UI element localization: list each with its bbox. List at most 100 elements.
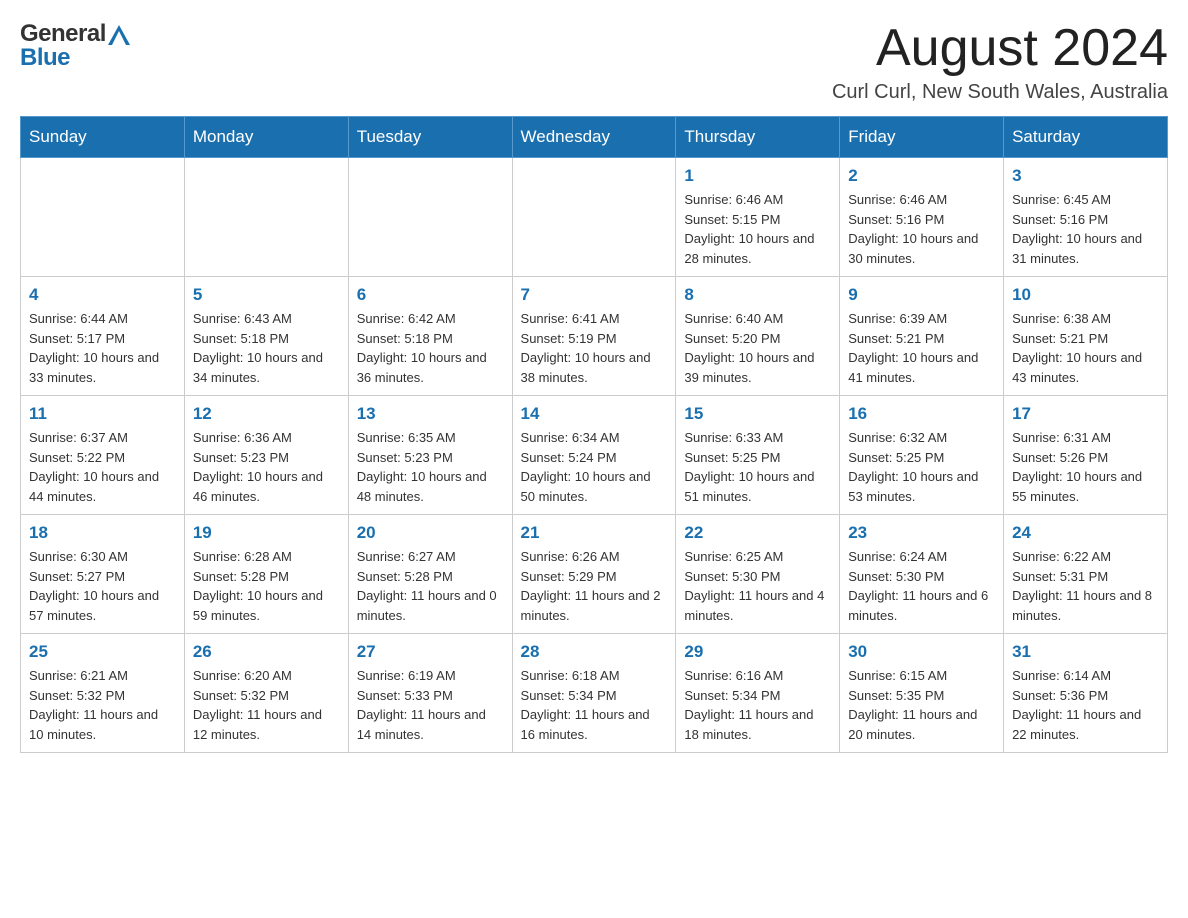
- day-number: 31: [1012, 642, 1159, 662]
- day-info: Sunrise: 6:42 AMSunset: 5:18 PMDaylight:…: [357, 309, 504, 387]
- calendar-cell: 30 Sunrise: 6:15 AMSunset: 5:35 PMDayligh…: [840, 634, 1004, 753]
- day-info: Sunrise: 6:45 AMSunset: 5:16 PMDaylight:…: [1012, 190, 1159, 268]
- day-info: Sunrise: 6:37 AMSunset: 5:22 PMDaylight:…: [29, 428, 176, 506]
- day-info: Sunrise: 6:14 AMSunset: 5:36 PMDaylight:…: [1012, 666, 1159, 744]
- calendar-cell: 17Sunrise: 6:31 AMSunset: 5:26 PMDayligh…: [1004, 396, 1168, 515]
- day-number: 17: [1012, 404, 1159, 424]
- day-info: Sunrise: 6:38 AMSunset: 5:21 PMDaylight:…: [1012, 309, 1159, 387]
- calendar-cell: 3 Sunrise: 6:45 AMSunset: 5:16 PMDaylight…: [1004, 158, 1168, 277]
- day-info: Sunrise: 6:18 AMSunset: 5:34 PMDaylight:…: [521, 666, 668, 744]
- day-info: Sunrise: 6:21 AMSunset: 5:32 PMDaylight:…: [29, 666, 176, 744]
- day-number: 26: [193, 642, 340, 662]
- day-number: 30: [848, 642, 995, 662]
- calendar-title: August 2024: [832, 20, 1168, 77]
- page-header: General Blue August 2024 Curl Curl, New …: [20, 20, 1168, 104]
- calendar-week-row: 4 Sunrise: 6:44 AMSunset: 5:17 PMDaylight…: [21, 277, 1168, 396]
- day-number: 1: [684, 166, 831, 186]
- day-number: 19: [193, 523, 340, 543]
- calendar-table: SundayMondayTuesdayWednesdayThursdayFrid…: [20, 116, 1168, 753]
- calendar-week-row: 18 Sunrise: 6:30 AMSunset: 5:27 PMDayligh…: [21, 515, 1168, 634]
- calendar-day-header: Friday: [840, 117, 1004, 158]
- calendar-cell: 4 Sunrise: 6:44 AMSunset: 5:17 PMDaylight…: [21, 277, 185, 396]
- day-info: Sunrise: 6:44 AMSunset: 5:17 PMDaylight:…: [29, 309, 176, 387]
- calendar-day-header: Saturday: [1004, 117, 1168, 158]
- day-info: Sunrise: 6:20 AMSunset: 5:32 PMDaylight:…: [193, 666, 340, 744]
- calendar-cell: 1 Sunrise: 6:46 AMSunset: 5:15 PMDaylight…: [676, 158, 840, 277]
- day-number: 20: [357, 523, 504, 543]
- calendar-header-row: SundayMondayTuesdayWednesdayThursdayFrid…: [21, 117, 1168, 158]
- calendar-cell: [21, 158, 185, 277]
- calendar-day-header: Monday: [184, 117, 348, 158]
- day-info: Sunrise: 6:27 AMSunset: 5:28 PMDaylight:…: [357, 547, 504, 625]
- calendar-day-header: Tuesday: [348, 117, 512, 158]
- calendar-cell: 16Sunrise: 6:32 AMSunset: 5:25 PMDayligh…: [840, 396, 1004, 515]
- day-info: Sunrise: 6:46 AMSunset: 5:15 PMDaylight:…: [684, 190, 831, 268]
- day-number: 24: [1012, 523, 1159, 543]
- calendar-cell: 24 Sunrise: 6:22 AMSunset: 5:31 PMDayligh…: [1004, 515, 1168, 634]
- day-number: 13: [357, 404, 504, 424]
- day-info: Sunrise: 6:35 AMSunset: 5:23 PMDaylight:…: [357, 428, 504, 506]
- calendar-cell: 6 Sunrise: 6:42 AMSunset: 5:18 PMDaylight…: [348, 277, 512, 396]
- day-info: Sunrise: 6:34 AMSunset: 5:24 PMDaylight:…: [521, 428, 668, 506]
- calendar-cell: 23 Sunrise: 6:24 AMSunset: 5:30 PMDayligh…: [840, 515, 1004, 634]
- day-info: Sunrise: 6:25 AMSunset: 5:30 PMDaylight:…: [684, 547, 831, 625]
- day-number: 4: [29, 285, 176, 305]
- calendar-cell: 13 Sunrise: 6:35 AMSunset: 5:23 PMDayligh…: [348, 396, 512, 515]
- calendar-cell: 11 Sunrise: 6:37 AMSunset: 5:22 PMDayligh…: [21, 396, 185, 515]
- day-number: 21: [521, 523, 668, 543]
- calendar-cell: 14 Sunrise: 6:34 AMSunset: 5:24 PMDayligh…: [512, 396, 676, 515]
- calendar-cell: 28 Sunrise: 6:18 AMSunset: 5:34 PMDayligh…: [512, 634, 676, 753]
- day-info: Sunrise: 6:30 AMSunset: 5:27 PMDaylight:…: [29, 547, 176, 625]
- calendar-cell: 9Sunrise: 6:39 AMSunset: 5:21 PMDaylight…: [840, 277, 1004, 396]
- day-number: 12: [193, 404, 340, 424]
- calendar-week-row: 25Sunrise: 6:21 AMSunset: 5:32 PMDayligh…: [21, 634, 1168, 753]
- calendar-day-header: Wednesday: [512, 117, 676, 158]
- calendar-cell: 27 Sunrise: 6:19 AMSunset: 5:33 PMDayligh…: [348, 634, 512, 753]
- day-number: 22: [684, 523, 831, 543]
- day-number: 18: [29, 523, 176, 543]
- calendar-cell: 10 Sunrise: 6:38 AMSunset: 5:21 PMDayligh…: [1004, 277, 1168, 396]
- day-number: 27: [357, 642, 504, 662]
- calendar-cell: 5Sunrise: 6:43 AMSunset: 5:18 PMDaylight…: [184, 277, 348, 396]
- calendar-subtitle: Curl Curl, New South Wales, Australia: [832, 81, 1168, 104]
- calendar-cell: 29Sunrise: 6:16 AMSunset: 5:34 PMDayligh…: [676, 634, 840, 753]
- calendar-cell: 2Sunrise: 6:46 AMSunset: 5:16 PMDaylight…: [840, 158, 1004, 277]
- day-info: Sunrise: 6:33 AMSunset: 5:25 PMDaylight:…: [684, 428, 831, 506]
- day-info: Sunrise: 6:15 AMSunset: 5:35 PMDaylight:…: [848, 666, 995, 744]
- day-info: Sunrise: 6:24 AMSunset: 5:30 PMDaylight:…: [848, 547, 995, 625]
- calendar-cell: 31 Sunrise: 6:14 AMSunset: 5:36 PMDayligh…: [1004, 634, 1168, 753]
- calendar-cell: 7Sunrise: 6:41 AMSunset: 5:19 PMDaylight…: [512, 277, 676, 396]
- day-info: Sunrise: 6:22 AMSunset: 5:31 PMDaylight:…: [1012, 547, 1159, 625]
- calendar-cell: 20 Sunrise: 6:27 AMSunset: 5:28 PMDayligh…: [348, 515, 512, 634]
- logo-triangle-icon: [108, 25, 130, 45]
- calendar-cell: 26 Sunrise: 6:20 AMSunset: 5:32 PMDayligh…: [184, 634, 348, 753]
- day-number: 29: [684, 642, 831, 662]
- day-number: 6: [357, 285, 504, 305]
- calendar-cell: 19Sunrise: 6:28 AMSunset: 5:28 PMDayligh…: [184, 515, 348, 634]
- day-number: 10: [1012, 285, 1159, 305]
- calendar-cell: 25Sunrise: 6:21 AMSunset: 5:32 PMDayligh…: [21, 634, 185, 753]
- day-info: Sunrise: 6:39 AMSunset: 5:21 PMDaylight:…: [848, 309, 995, 387]
- day-number: 3: [1012, 166, 1159, 186]
- calendar-cell: 8Sunrise: 6:40 AMSunset: 5:20 PMDaylight…: [676, 277, 840, 396]
- calendar-cell: 18 Sunrise: 6:30 AMSunset: 5:27 PMDayligh…: [21, 515, 185, 634]
- day-number: 15: [684, 404, 831, 424]
- calendar-cell: [348, 158, 512, 277]
- logo-blue-text: Blue: [20, 44, 70, 72]
- calendar-week-row: 11 Sunrise: 6:37 AMSunset: 5:22 PMDayligh…: [21, 396, 1168, 515]
- day-number: 7: [521, 285, 668, 305]
- calendar-cell: [184, 158, 348, 277]
- day-info: Sunrise: 6:19 AMSunset: 5:33 PMDaylight:…: [357, 666, 504, 744]
- calendar-cell: [512, 158, 676, 277]
- day-info: Sunrise: 6:32 AMSunset: 5:25 PMDaylight:…: [848, 428, 995, 506]
- day-number: 28: [521, 642, 668, 662]
- day-number: 14: [521, 404, 668, 424]
- calendar-day-header: Thursday: [676, 117, 840, 158]
- day-info: Sunrise: 6:36 AMSunset: 5:23 PMDaylight:…: [193, 428, 340, 506]
- day-info: Sunrise: 6:26 AMSunset: 5:29 PMDaylight:…: [521, 547, 668, 625]
- day-number: 23: [848, 523, 995, 543]
- calendar-day-header: Sunday: [21, 117, 185, 158]
- calendar-cell: 21 Sunrise: 6:26 AMSunset: 5:29 PMDayligh…: [512, 515, 676, 634]
- day-number: 11: [29, 404, 176, 424]
- day-number: 2: [848, 166, 995, 186]
